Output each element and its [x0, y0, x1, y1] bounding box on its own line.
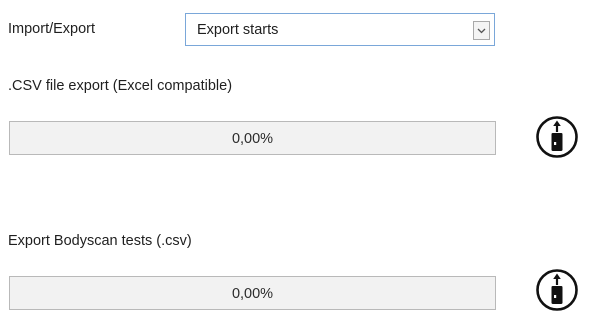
- import-export-label: Import/Export: [8, 21, 96, 37]
- csv-export-progress-text: 0,00%: [231, 131, 274, 147]
- bodyscan-export-progress-text: 0,00%: [231, 286, 274, 302]
- bodyscan-export-button[interactable]: [535, 268, 579, 312]
- dropdown-toggle[interactable]: [473, 21, 490, 40]
- chevron-down-icon: [477, 28, 486, 33]
- csv-export-progress-bar: 0,00%: [9, 121, 496, 155]
- bodyscan-export-label: Export Bodyscan tests (.csv): [8, 233, 192, 249]
- dropdown-selected-value: Export starts: [197, 22, 279, 38]
- bodyscan-export-progress-bar: 0,00%: [9, 276, 496, 310]
- export-panel: Import/Export Export starts .CSV file ex…: [0, 0, 590, 313]
- usb-upload-icon: [536, 269, 578, 311]
- csv-export-button[interactable]: [535, 115, 579, 159]
- csv-export-label: .CSV file export (Excel compatible): [8, 78, 233, 94]
- import-export-dropdown[interactable]: Export starts: [185, 13, 495, 46]
- usb-upload-icon: [536, 116, 578, 158]
